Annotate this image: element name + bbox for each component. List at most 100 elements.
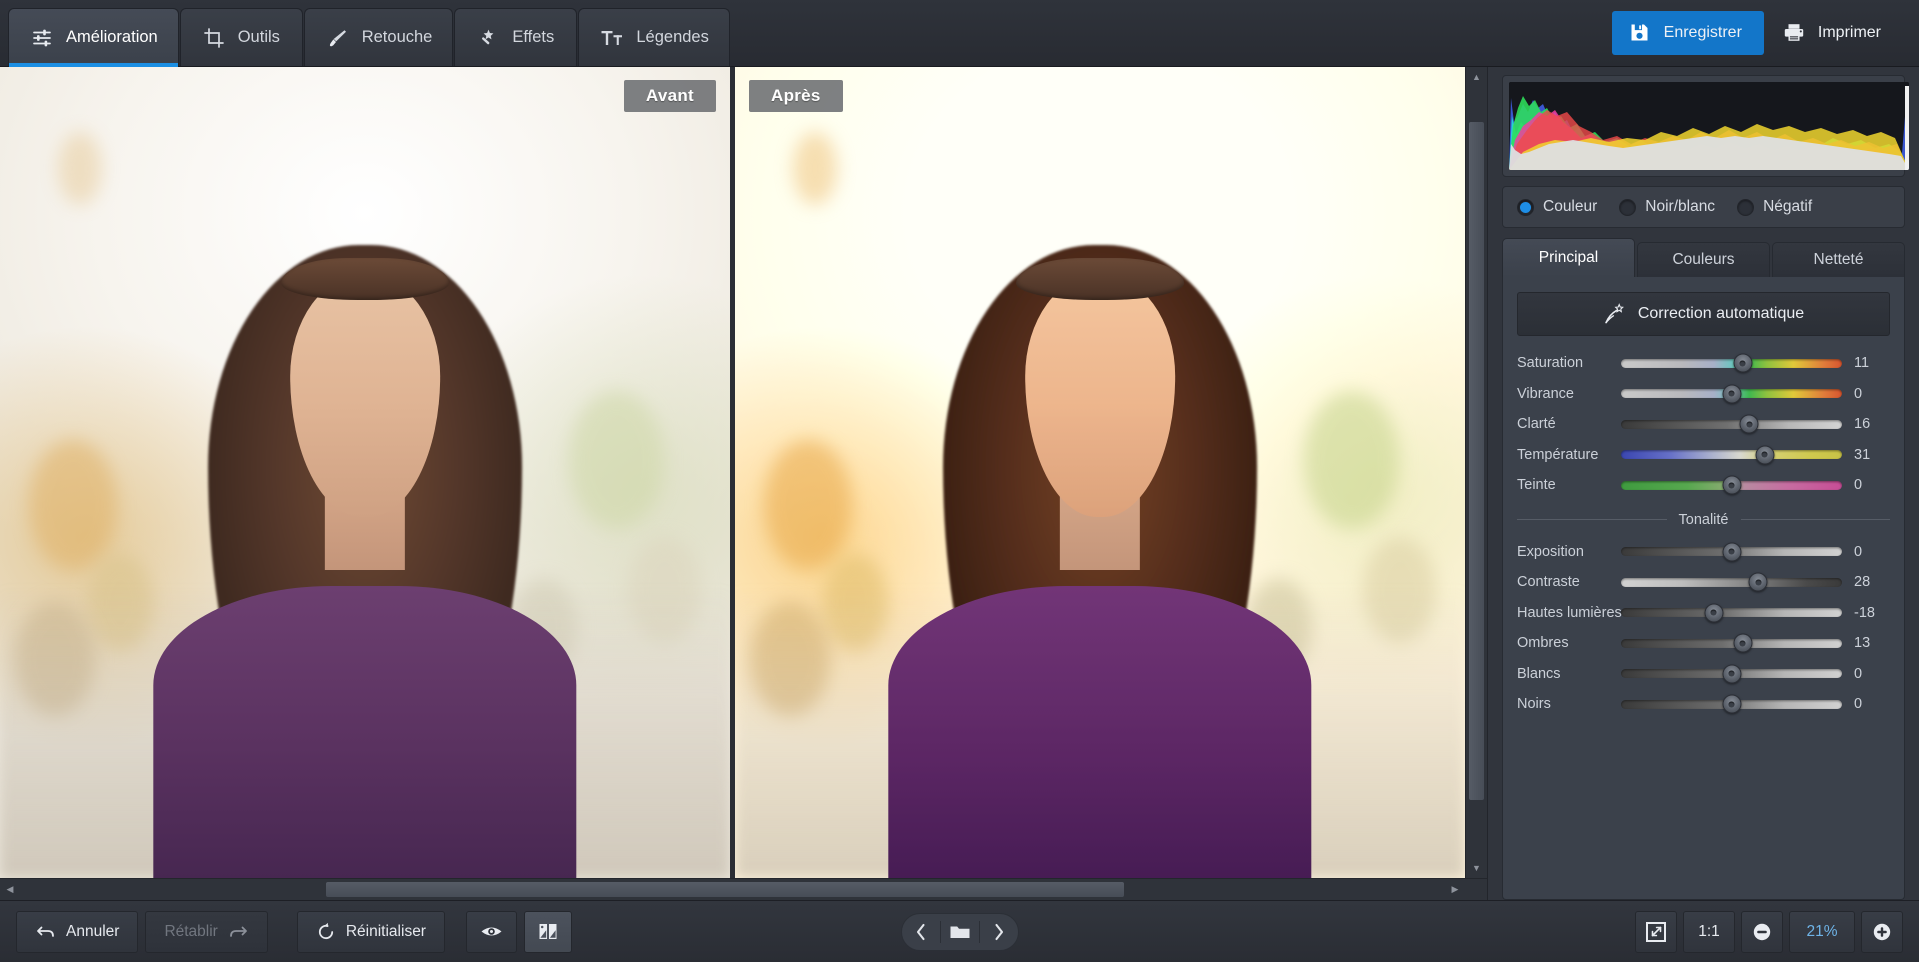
scroll-up-arrow[interactable]: ▲ [1467,67,1487,87]
hscroll-thumb[interactable] [326,882,1125,897]
actual-size-button[interactable]: 1:1 [1683,910,1735,953]
slider-value: 11 [1854,355,1870,372]
slider-value: -18 [1854,604,1875,621]
zoom-in-button[interactable] [1861,910,1903,953]
slider-temperature[interactable]: Température 31 [1517,440,1890,471]
radio-couleur[interactable]: Couleur [1517,198,1597,216]
tab-label: Outils [237,28,280,46]
slider-value: 13 [1854,635,1871,652]
slider-track[interactable] [1621,445,1842,465]
slider-ombres[interactable]: Ombres 13 [1517,628,1890,659]
slider-label: Exposition [1517,543,1584,560]
slider-track[interactable] [1621,414,1842,434]
auto-correction-button[interactable]: Correction automatique [1517,292,1890,336]
slider-noirs[interactable]: Noirs 0 [1517,689,1890,720]
previous-image-button[interactable] [902,914,940,950]
slider-value: 0 [1854,385,1863,402]
slider-track[interactable] [1621,603,1842,623]
zoom-out-button[interactable] [1741,910,1783,953]
slider-track[interactable] [1621,542,1842,562]
tab-couleurs[interactable]: Couleurs [1637,242,1770,277]
tab-principal[interactable]: Principal [1502,238,1635,277]
slider-track[interactable] [1621,694,1842,714]
slider-track[interactable] [1621,633,1842,653]
split-compare-icon [538,921,558,942]
tab-retouche[interactable]: Retouche [303,8,454,66]
hscroll-track[interactable] [20,879,1445,900]
slider-knob[interactable] [1739,414,1759,434]
slider-saturation[interactable]: Saturation 11 [1517,348,1890,379]
auto-correction-label: Correction automatique [1637,305,1805,322]
slider-knob[interactable] [1722,384,1741,404]
slider-knob[interactable] [1704,603,1724,623]
fit-to-screen-button[interactable] [1635,910,1677,953]
tab-amelioration[interactable]: Amélioration [8,8,179,67]
save-button[interactable]: Enregistrer [1611,10,1764,55]
slider-knob[interactable] [1722,542,1741,562]
panel-tab-label: Principal [1538,249,1599,266]
slider-value: 0 [1854,665,1863,682]
slider-track[interactable] [1621,475,1842,495]
scroll-left-arrow[interactable]: ◀ [0,880,20,900]
scroll-right-arrow[interactable]: ▶ [1445,880,1465,900]
slider-knob[interactable] [1748,572,1768,592]
preview-toggle-button[interactable] [465,910,517,953]
slider-track[interactable] [1621,384,1842,404]
slider-knob[interactable] [1755,445,1775,465]
slider-hautes-lumieres[interactable]: Hautes lumières -18 [1517,598,1890,629]
next-image-button[interactable] [980,914,1018,950]
tab-label: Effets [512,28,555,46]
undo-button[interactable]: Annuler [16,910,139,953]
slider-knob[interactable] [1722,694,1741,714]
actual-size-label: 1:1 [1698,922,1720,940]
scroll-down-arrow[interactable]: ▼ [1467,858,1487,878]
slider-knob[interactable] [1722,664,1741,684]
slider-track[interactable] [1621,353,1842,373]
radio-noir-blanc[interactable]: Noir/blanc [1619,198,1715,216]
panel-tab-label: Couleurs [1672,251,1735,268]
slider-label: Teinte [1517,477,1556,494]
tab-legendes[interactable]: Légendes [578,8,730,66]
zoom-controls: 1:1 21% [1635,910,1903,953]
open-folder-button[interactable] [941,914,979,950]
tab-effets[interactable]: Effets [454,8,578,66]
save-label: Enregistrer [1663,23,1742,41]
after-pane[interactable]: Après [730,67,1465,878]
tab-outils[interactable]: Outils [179,8,303,66]
slider-contraste[interactable]: Contraste 28 [1517,567,1890,598]
slider-label: Vibrance [1517,385,1574,402]
slider-knob[interactable] [1722,475,1741,495]
slider-knob[interactable] [1733,633,1753,653]
slider-teinte[interactable]: Teinte 0 [1517,470,1890,501]
slider-knob[interactable] [1733,353,1753,373]
canvas-vertical-scrollbar[interactable]: ▲ ▼ [1465,67,1487,878]
radio-dot-icon [1737,198,1755,216]
magic-wand-icon [475,25,501,51]
radio-negatif[interactable]: Négatif [1737,198,1812,216]
floppy-disk-icon [1628,21,1652,45]
tab-nettete[interactable]: Netteté [1772,242,1905,277]
undo-label: Annuler [66,922,120,940]
fit-to-screen-icon [1645,921,1667,943]
slider-track[interactable] [1621,572,1842,592]
image-compare-view[interactable]: Avant Après [0,67,1465,878]
canvas-horizontal-scrollbar[interactable]: ◀ ▶ [0,878,1487,901]
slider-vibrance[interactable]: Vibrance 0 [1517,379,1890,410]
slider-exposition[interactable]: Exposition 0 [1517,537,1890,568]
before-pane[interactable]: Avant [0,67,730,878]
slider-track[interactable] [1621,664,1842,684]
redo-button[interactable]: Rétablir [145,910,268,953]
compare-view-button[interactable] [523,910,572,953]
slider-value: 31 [1854,446,1871,463]
vscroll-thumb[interactable] [1469,121,1484,801]
vscroll-track[interactable] [1466,87,1487,858]
magic-auto-icon [1603,303,1627,325]
reset-button[interactable]: Réinitialiser [296,910,445,953]
slider-clarte[interactable]: Clarté 16 [1517,409,1890,440]
slider-blancs[interactable]: Blancs 0 [1517,659,1890,690]
tab-label: Légendes [636,28,709,46]
zoom-level-display[interactable]: 21% [1789,910,1855,953]
reset-circle-icon [316,922,336,942]
print-button[interactable]: Imprimer [1766,11,1903,55]
tab-label: Amélioration [66,28,158,46]
